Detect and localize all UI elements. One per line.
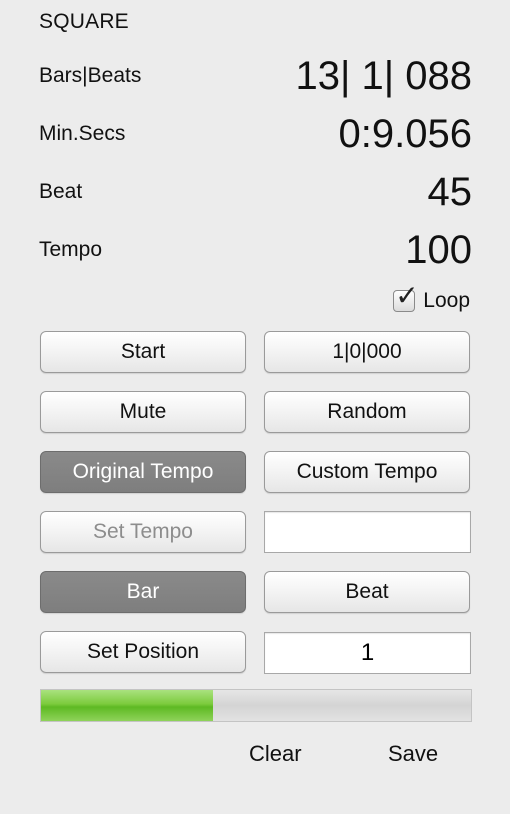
loop-toggle[interactable]: ✓ Loop [393, 282, 470, 313]
bars-beats-label: Bars|Beats [39, 64, 142, 87]
save-button[interactable]: Save [388, 741, 438, 767]
beat-value: 45 [427, 170, 473, 214]
loop-checkbox[interactable]: ✓ [393, 282, 419, 312]
set-position-button[interactable]: Set Position [40, 631, 246, 673]
transport-panel: SQUARE Bars|Beats 13| 1| 088 Min.Secs 0:… [0, 0, 510, 814]
position-input[interactable] [264, 632, 471, 674]
set-tempo-button[interactable]: Set Tempo [40, 511, 246, 553]
mute-button[interactable]: Mute [40, 391, 246, 433]
bars-beats-value: 13| 1| 088 [295, 54, 472, 98]
beat-button[interactable]: Beat [264, 571, 470, 613]
custom-tempo-button[interactable]: Custom Tempo [264, 451, 470, 493]
min-secs-row: Min.Secs 0:9.056 [39, 106, 472, 154]
start-button[interactable]: Start [40, 331, 246, 373]
beat-label: Beat [39, 180, 83, 203]
bar-button[interactable]: Bar [40, 571, 246, 613]
tempo-row: Tempo 100 [39, 222, 472, 270]
reset-position-button[interactable]: 1|0|000 [264, 331, 470, 373]
loop-label: Loop [423, 289, 470, 312]
progress-fill [41, 690, 213, 721]
min-secs-label: Min.Secs [39, 122, 126, 145]
clear-button[interactable]: Clear [249, 741, 302, 767]
random-button[interactable]: Random [264, 391, 470, 433]
bars-beats-row: Bars|Beats 13| 1| 088 [39, 48, 472, 96]
tempo-value: 100 [405, 228, 472, 272]
beat-row: Beat 45 [39, 164, 472, 212]
tempo-label: Tempo [39, 238, 103, 261]
min-secs-value: 0:9.056 [338, 112, 472, 156]
checkmark-icon: ✓ [395, 280, 419, 311]
progress-bar [40, 689, 472, 722]
original-tempo-button[interactable]: Original Tempo [40, 451, 246, 493]
tempo-input[interactable] [264, 511, 471, 553]
panel-title: SQUARE [39, 10, 129, 33]
